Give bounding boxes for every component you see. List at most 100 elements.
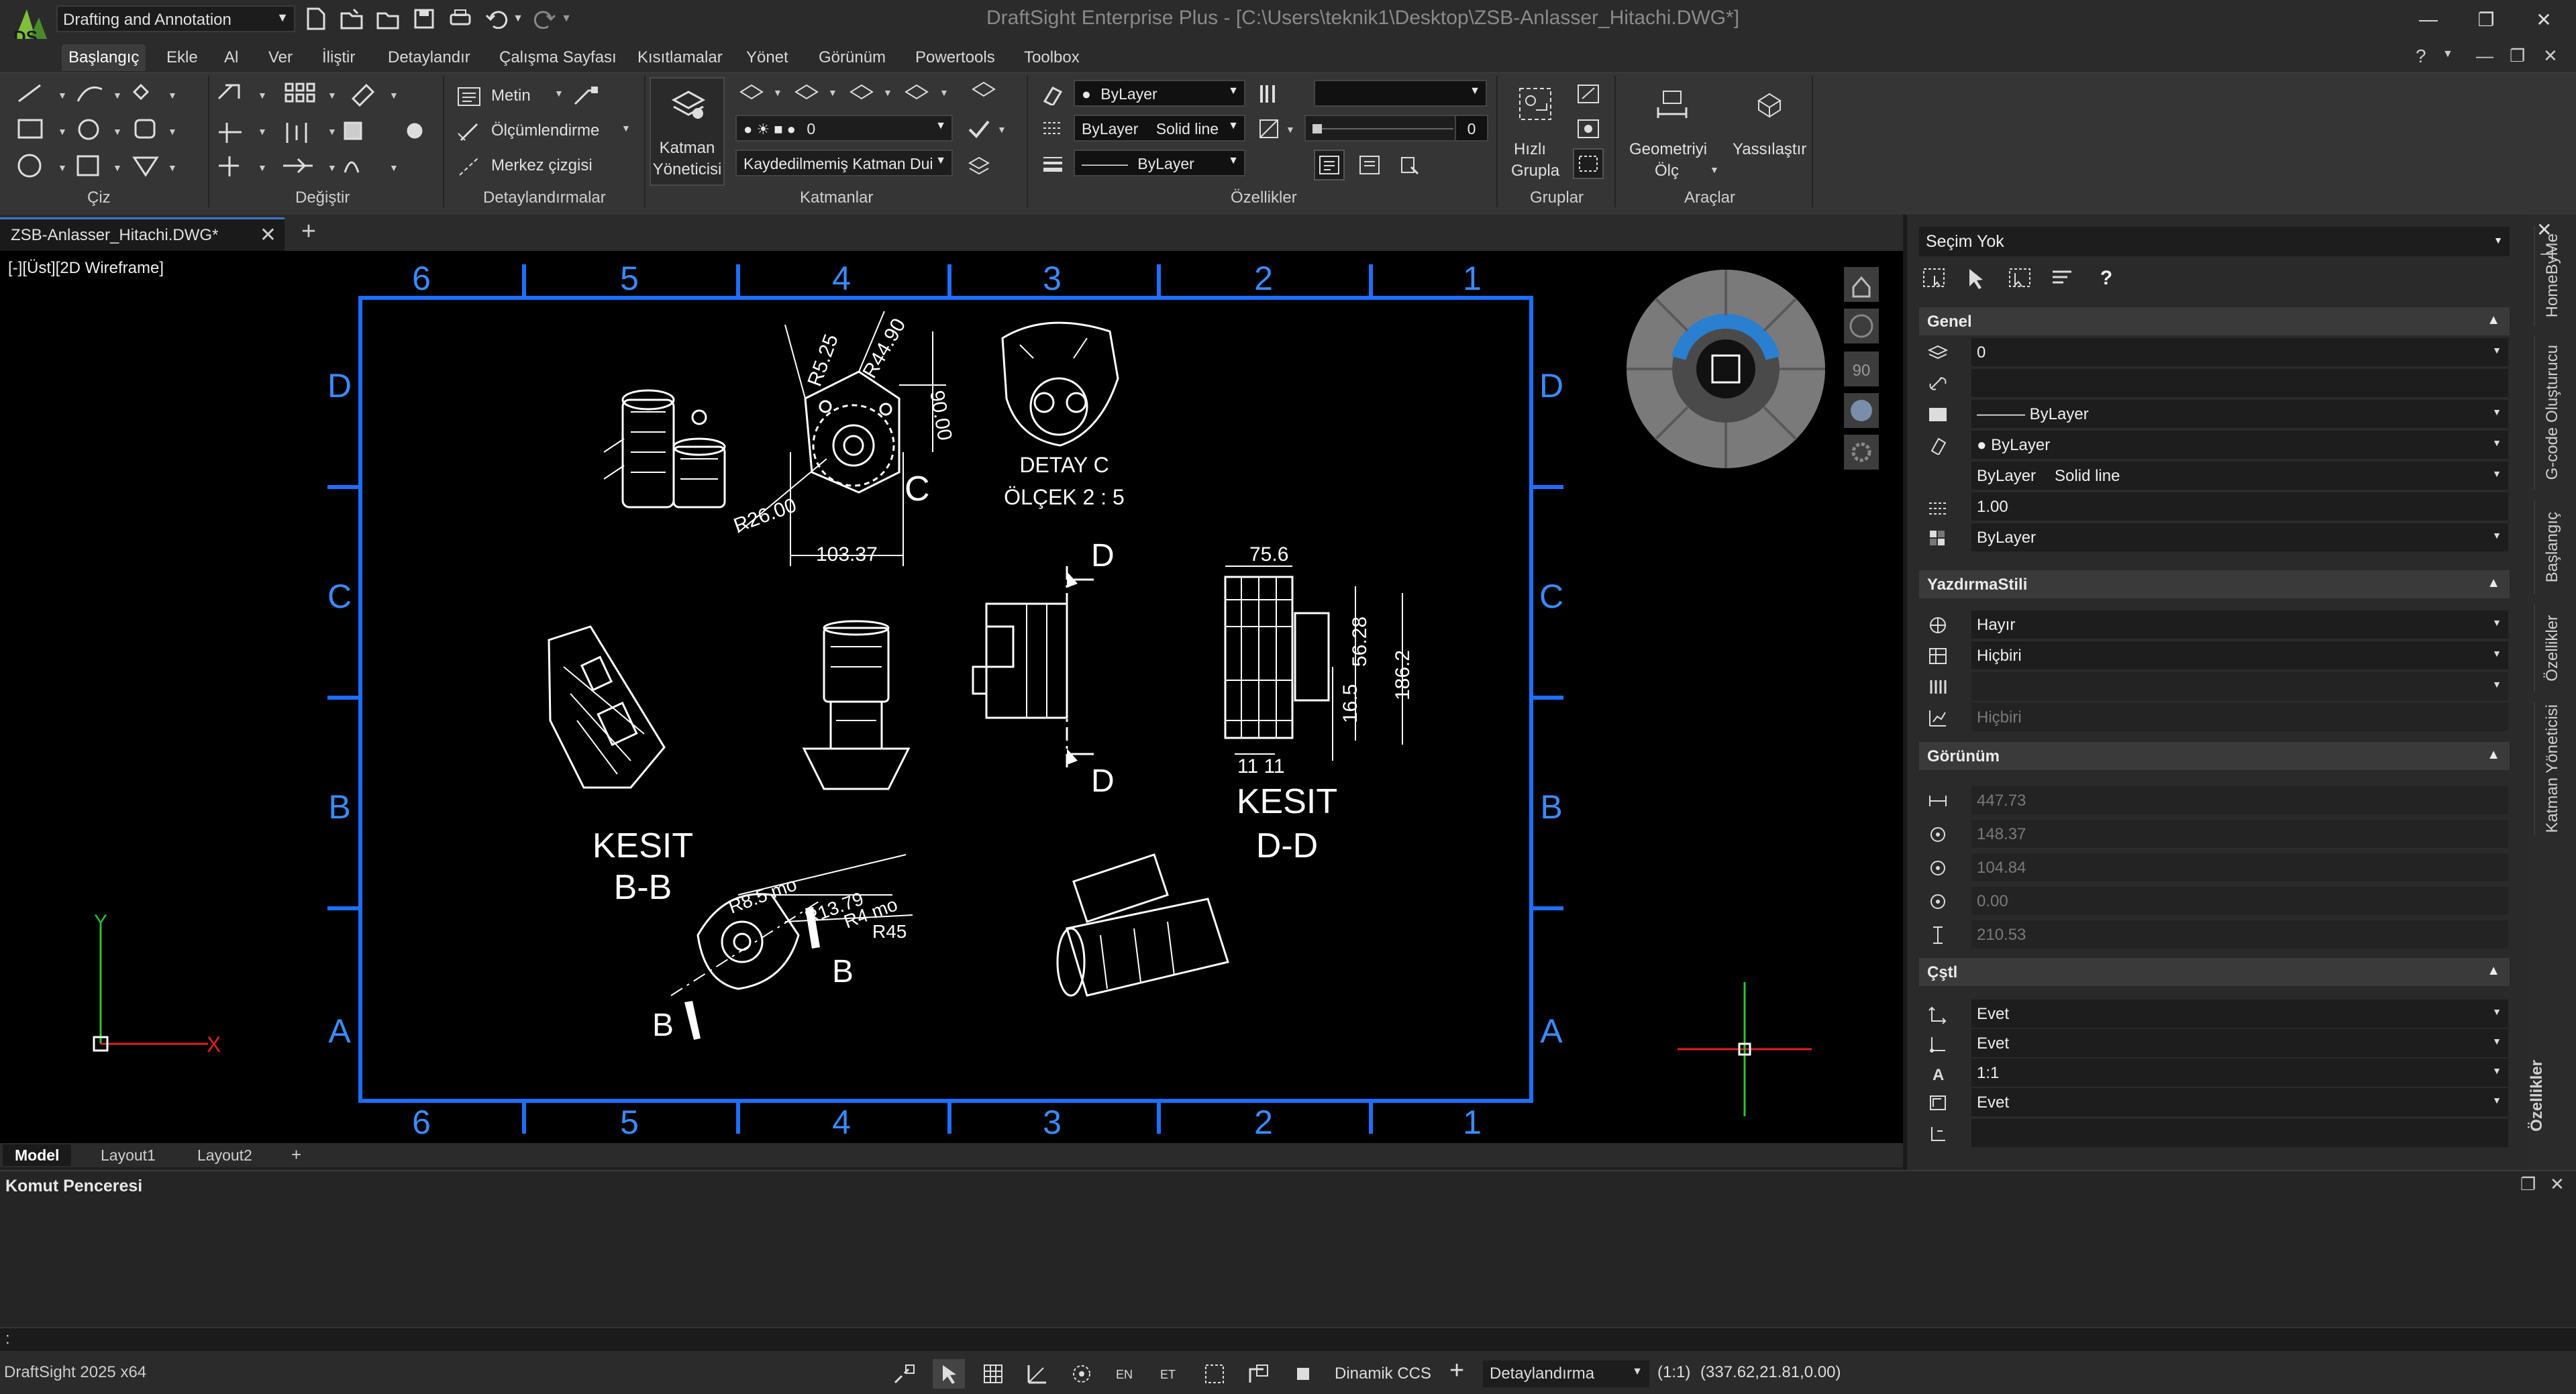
tab-gorunum[interactable]: Görünüm xyxy=(812,44,892,71)
linestyle-combo[interactable]: ByLayer Solid line ▼ xyxy=(1074,115,1245,142)
dimension-icon[interactable] xyxy=(454,116,484,147)
open-file-icon[interactable] xyxy=(337,4,366,34)
color-combo[interactable]: ● ByLayer ▼ xyxy=(1074,80,1245,107)
prop-misc-b-value[interactable]: Evet ▼ xyxy=(1971,1029,2508,1057)
add-layout-icon[interactable]: + xyxy=(282,1144,311,1166)
ortho-icon[interactable] xyxy=(1021,1359,1053,1389)
prop-print-b-value[interactable]: Hiçbiri ▼ xyxy=(1971,641,2508,669)
transparency-dropdown-icon[interactable]: ▼ xyxy=(1286,124,1295,135)
transparency-icon[interactable] xyxy=(1253,113,1284,144)
tab-ekle[interactable]: Ekle xyxy=(160,44,205,71)
layer-iso-icon[interactable] xyxy=(964,150,994,180)
tab-iliştir[interactable]: İliştir xyxy=(315,44,362,71)
text-dropdown-icon[interactable]: ▼ xyxy=(554,88,564,99)
group-edit-icon[interactable] xyxy=(1573,78,1604,109)
tab-calisma-sayfasi[interactable]: Çalışma Sayfası xyxy=(493,44,623,71)
command-window[interactable]: Komut Penceresi ❐ ✕ xyxy=(0,1170,2576,1327)
quick-group-label-2[interactable]: Grupla xyxy=(1511,162,1559,180)
tab-detaylandir[interactable]: Detaylandır xyxy=(381,44,477,71)
workspace-select[interactable]: Drafting and Annotation ▼ xyxy=(56,5,295,32)
tab-kisitlamalar[interactable]: Kısıtlamalar xyxy=(631,44,729,71)
lineweight-icon[interactable] xyxy=(1037,148,1068,179)
open-recent-icon[interactable] xyxy=(373,4,403,34)
document-tab[interactable]: ZSB-Anlasser_Hitachi.DWG* ✕ xyxy=(0,217,285,251)
prop-transparency-value[interactable]: ByLayer ▼ xyxy=(1971,523,2508,551)
flatten-icon[interactable] xyxy=(1750,85,1788,123)
ungroup-icon[interactable] xyxy=(1573,113,1604,144)
text-button[interactable]: Metin xyxy=(491,87,531,105)
ribbon-close-icon[interactable]: ✕ xyxy=(2543,46,2558,66)
redo-icon[interactable] xyxy=(530,4,560,34)
close-window-button[interactable]: ✕ xyxy=(2520,3,2567,36)
tab-toolbox[interactable]: Toolbox xyxy=(1017,44,1086,71)
section-general[interactable]: Genel ▲ xyxy=(1919,307,2510,335)
tab-baslangic[interactable]: Başlangıç xyxy=(62,44,146,71)
ribbon-minimize-icon[interactable]: — xyxy=(2476,46,2493,66)
prop-print-d-value[interactable]: Hiçbiri xyxy=(1971,703,2508,731)
selection-combo[interactable]: Seçim Yok ▼ xyxy=(1919,227,2510,256)
new-tab-icon[interactable]: + xyxy=(291,217,326,251)
command-restore-icon[interactable]: ❐ xyxy=(2520,1174,2536,1195)
section-print-style[interactable]: YazdırmaStili ▲ xyxy=(1919,570,2510,598)
group-select-icon[interactable] xyxy=(1573,148,1604,179)
prop-linescale-value[interactable]: 1.00 xyxy=(1971,492,2508,521)
side-tab-homebyme[interactable]: HomeByMe xyxy=(2534,225,2570,326)
viewport-label[interactable]: [-][Üst][2D Wireframe] xyxy=(8,259,164,278)
dimension-dropdown-icon[interactable]: ▼ xyxy=(621,123,631,133)
prop-hyperlink-value[interactable] xyxy=(1971,369,2508,397)
prop-print-a-value[interactable]: Hayır ▼ xyxy=(1971,610,2508,639)
quick-group-icon[interactable] xyxy=(1516,85,1554,123)
transparency-slider[interactable] xyxy=(1304,115,1460,142)
properties-palette-icon[interactable] xyxy=(1354,150,1385,180)
side-tab-ozellikler[interactable]: Özellikler xyxy=(2534,604,2570,692)
undo-icon[interactable] xyxy=(482,4,511,34)
show-lineweight-icon[interactable] xyxy=(1253,78,1284,109)
prop-layer-value[interactable]: 0 ▼ xyxy=(1971,338,2508,366)
prop-color-value[interactable]: ● ByLayer ▼ xyxy=(1971,431,2508,459)
new-file-icon[interactable] xyxy=(301,4,330,34)
plot-style-combo[interactable]: ▼ xyxy=(1314,80,1487,107)
current-layer-combo[interactable]: ● ☀ ■ ● 0 ▼ xyxy=(735,115,953,142)
tab-layout2[interactable]: Layout2 xyxy=(185,1144,264,1166)
tab-powertools[interactable]: Powertools xyxy=(909,44,1002,71)
drawing-canvas[interactable]: 6 5 4 3 2 1 6 5 4 3 2 1 D C B A D C B A xyxy=(0,251,1903,1143)
prop-misc-c-value[interactable]: 1:1 ▼ xyxy=(1971,1059,2508,1087)
quick-select-icon[interactable] xyxy=(2005,263,2036,294)
ribbon-restore-icon[interactable]: ❐ xyxy=(2510,46,2525,66)
entity-snap-icon[interactable]: EN xyxy=(1110,1359,1142,1389)
grid-icon[interactable] xyxy=(977,1359,1009,1389)
settings-gear-icon[interactable] xyxy=(1844,435,1879,470)
side-tab-katman-yoneticisi[interactable]: Katman Yöneticisi xyxy=(2534,702,2570,836)
orbit-icon[interactable] xyxy=(1844,309,1879,343)
layer-manager-button[interactable]: Katman Yöneticisi xyxy=(650,77,725,186)
centerline-button[interactable]: Merkez çizgisi xyxy=(491,156,593,175)
cursor-select-icon[interactable] xyxy=(933,1359,965,1389)
navigation-wheel[interactable] xyxy=(1627,270,1825,468)
tab-yonet[interactable]: Yönet xyxy=(739,44,795,71)
prop-misc-a-value[interactable]: Evet ▼ xyxy=(1971,1000,2508,1028)
side-tab-baslangic[interactable]: Başlangıç xyxy=(2534,500,2570,594)
help-icon[interactable]: ? xyxy=(2416,46,2426,67)
annotation-scale-combo[interactable]: Detaylandırma ▼ xyxy=(1483,1360,1649,1387)
command-input[interactable]: : xyxy=(0,1327,2576,1351)
restore-window-button[interactable]: ❐ xyxy=(2463,3,2510,36)
undo-dropdown-icon[interactable]: ▼ xyxy=(510,4,526,34)
redo-dropdown-icon[interactable]: ▼ xyxy=(558,4,574,34)
measure-dropdown-icon[interactable]: ▼ xyxy=(1710,164,1719,175)
list-icon[interactable] xyxy=(1314,150,1345,180)
tab-model[interactable]: Model xyxy=(3,1144,72,1166)
quick-input-icon[interactable] xyxy=(1198,1359,1231,1389)
leader-icon[interactable] xyxy=(570,80,601,111)
centerline-icon[interactable] xyxy=(454,151,484,182)
dynamic-ccs-label[interactable]: Dinamik CCS xyxy=(1330,1362,1436,1387)
minimize-window-button[interactable]: — xyxy=(2405,3,2452,36)
list-properties-icon[interactable] xyxy=(2048,263,2079,294)
dynamic-ccs-icon[interactable] xyxy=(1243,1359,1275,1389)
command-close-icon[interactable]: ✕ xyxy=(2550,1174,2565,1195)
text-icon[interactable] xyxy=(454,81,484,112)
tab-layout1[interactable]: Layout1 xyxy=(89,1144,168,1166)
make-current-icon[interactable] xyxy=(964,113,994,144)
tab-al[interactable]: Al xyxy=(217,44,245,71)
polar-icon[interactable] xyxy=(1066,1359,1098,1389)
properties-panel-tab[interactable]: Özellikler xyxy=(2527,1037,2547,1154)
